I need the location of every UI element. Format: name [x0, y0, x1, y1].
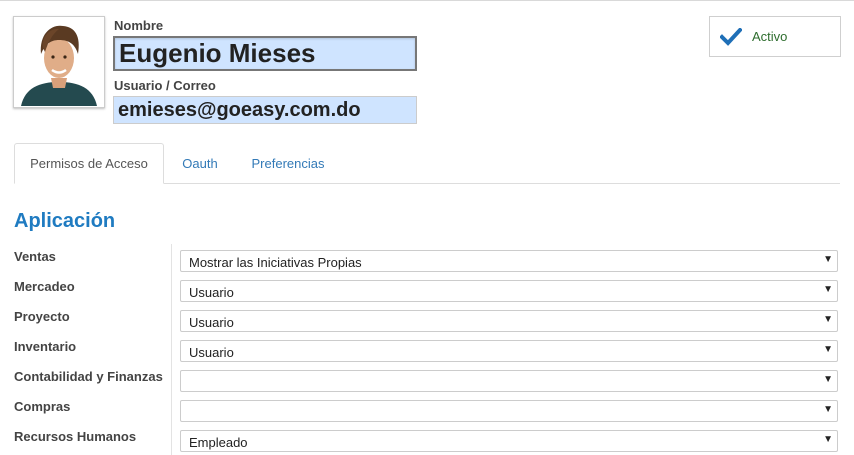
top-divider [0, 0, 854, 1]
caret-down-icon: ▼ [823, 434, 833, 445]
perm-label-marketing: Mercadeo [14, 279, 75, 294]
caret-down-icon: ▼ [823, 404, 833, 415]
perm-label-project: Proyecto [14, 309, 70, 324]
name-field[interactable] [113, 36, 417, 71]
section-title: Aplicación [14, 210, 116, 232]
perm-select-accounting[interactable]: ▼ [180, 370, 838, 392]
login-email-field[interactable] [113, 96, 417, 124]
column-divider [171, 244, 172, 455]
caret-down-icon: ▼ [823, 344, 833, 355]
login-label: Usuario / Correo [114, 78, 216, 93]
perm-value-hr: Empleado [189, 435, 248, 450]
perm-value-sales: Mostrar las Iniciativas Propias [189, 255, 362, 270]
perm-select-sales[interactable]: Mostrar las Iniciativas Propias ▼ [180, 250, 838, 272]
perm-value-inventory: Usuario [189, 345, 234, 360]
perm-select-marketing[interactable]: Usuario ▼ [180, 280, 838, 302]
tab-oauth[interactable]: Oauth [170, 143, 230, 184]
perm-label-sales: Ventas [14, 249, 56, 264]
caret-down-icon: ▼ [823, 374, 833, 385]
perm-select-project[interactable]: Usuario ▼ [180, 310, 838, 332]
tab-preferences[interactable]: Preferencias [240, 143, 336, 184]
caret-down-icon: ▼ [823, 314, 833, 325]
checkmark-icon [720, 28, 742, 46]
perm-label-accounting: Contabilidad y Finanzas [14, 369, 163, 384]
tab-access-permissions[interactable]: Permisos de Acceso [14, 143, 164, 184]
caret-down-icon: ▼ [823, 254, 833, 265]
perm-value-project: Usuario [189, 315, 234, 330]
active-toggle-button[interactable]: Activo [709, 16, 841, 57]
perm-select-purchases[interactable]: ▼ [180, 400, 838, 422]
perm-select-inventory[interactable]: Usuario ▼ [180, 340, 838, 362]
avatar-photo [15, 18, 103, 106]
perm-label-hr: Recursos Humanos [14, 429, 137, 444]
perm-label-purchases: Compras [14, 399, 71, 414]
user-avatar[interactable] [13, 16, 105, 108]
perm-select-hr[interactable]: Empleado ▼ [180, 430, 838, 452]
perm-label-inventory: Inventario [14, 339, 77, 354]
active-label: Activo [752, 29, 788, 44]
perm-value-marketing: Usuario [189, 285, 234, 300]
name-label: Nombre [114, 18, 164, 33]
caret-down-icon: ▼ [823, 284, 833, 295]
